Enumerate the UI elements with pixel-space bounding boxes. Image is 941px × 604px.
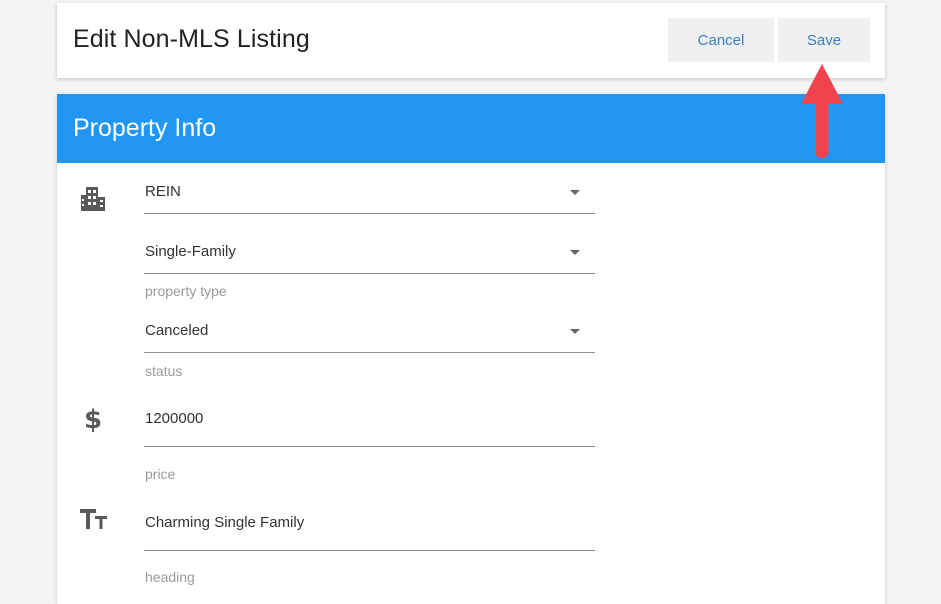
property-info-card: Property Info REIN Single-Family propert… <box>57 94 885 604</box>
status-select[interactable]: Canceled <box>144 320 595 353</box>
section-title: Property Info <box>73 114 217 142</box>
cancel-button[interactable]: Cancel <box>668 18 774 62</box>
price-input[interactable]: 1200000 <box>144 410 595 447</box>
svg-text:$: $ <box>84 405 102 434</box>
heading-helper: heading <box>145 569 195 585</box>
price-value: 1200000 <box>145 410 204 427</box>
building-icon <box>79 185 109 215</box>
annotation-arrow-icon <box>801 64 843 158</box>
property-type-select[interactable]: Single-Family <box>144 241 595 274</box>
property-type-value: Single-Family <box>145 243 236 260</box>
page-title: Edit Non-MLS Listing <box>73 25 310 53</box>
header-bar: Edit Non-MLS Listing Cancel Save <box>57 3 885 78</box>
text-size-icon <box>79 506 109 536</box>
save-button[interactable]: Save <box>778 18 870 62</box>
chevron-down-icon <box>570 190 580 195</box>
price-helper: price <box>145 466 176 482</box>
status-helper: status <box>145 363 183 379</box>
chevron-down-icon <box>570 250 580 255</box>
property-type-helper: property type <box>145 283 227 299</box>
status-value: Canceled <box>145 322 209 339</box>
heading-value: Charming Single Family <box>145 514 305 531</box>
mls-select-value: REIN <box>145 183 181 200</box>
heading-input[interactable]: Charming Single Family <box>144 514 595 551</box>
dollar-icon: $ <box>79 404 109 435</box>
section-header: Property Info <box>57 94 885 163</box>
chevron-down-icon <box>570 329 580 334</box>
mls-select[interactable]: REIN <box>144 181 595 214</box>
